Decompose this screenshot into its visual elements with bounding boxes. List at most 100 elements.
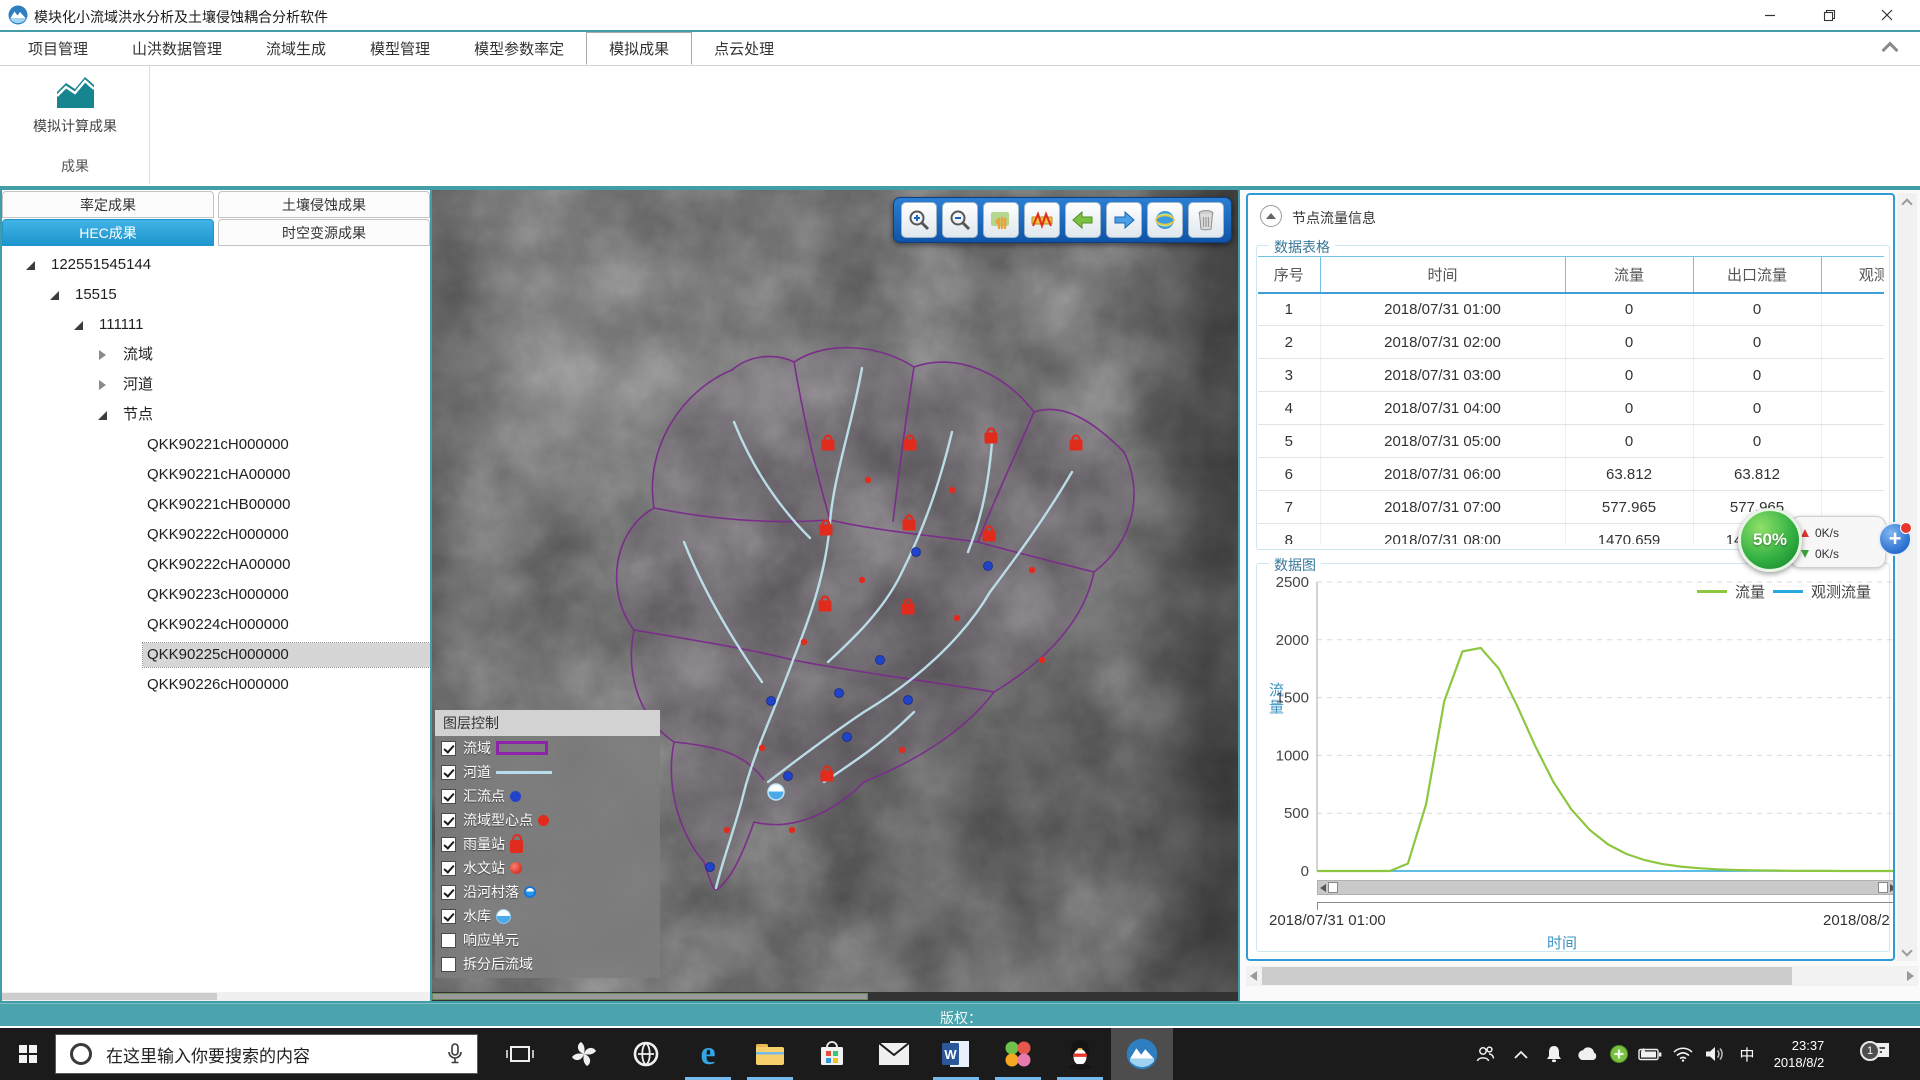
left-tab-土壤侵蚀成果[interactable]: 土壤侵蚀成果: [218, 191, 430, 218]
tray-battery-icon[interactable]: [1635, 1028, 1665, 1080]
tree-expanded-arrow-icon[interactable]: [96, 408, 110, 422]
taskbar-app-qq[interactable]: [1049, 1028, 1111, 1080]
tray-action-center-icon[interactable]: 1: [1858, 1028, 1902, 1080]
menu-tab-1[interactable]: 山洪数据管理: [110, 32, 244, 65]
tree-expanded-arrow-icon[interactable]: [24, 258, 38, 272]
col-header-时间[interactable]: 时间: [1320, 257, 1565, 293]
junction-marker[interactable]: [767, 697, 776, 706]
tray-onedrive-cloud-icon[interactable]: [1572, 1028, 1602, 1080]
tray-volume-icon[interactable]: [1700, 1028, 1730, 1080]
junction-marker[interactable]: [876, 656, 885, 665]
tree-item-QKK90224cH000000[interactable]: QKK90224cH000000: [2, 610, 430, 640]
taskbar-app-internet-explorer[interactable]: [615, 1028, 677, 1080]
centroid-marker[interactable]: [1029, 567, 1035, 573]
start-button[interactable]: [0, 1028, 55, 1080]
tree-item-流域[interactable]: 流域: [2, 340, 430, 370]
forward-button[interactable]: [1106, 202, 1142, 238]
tray-notification-bell-icon[interactable]: [1540, 1028, 1568, 1080]
tree-expanded-arrow-icon[interactable]: [48, 288, 62, 302]
map-hscrollbar[interactable]: [432, 992, 1238, 1001]
centroid-marker[interactable]: [759, 745, 765, 751]
ribbon-collapse-chevron-icon[interactable]: [1882, 42, 1898, 52]
tree-item-QKK90225cH000000[interactable]: QKK90225cH000000: [2, 640, 430, 670]
centroid-marker[interactable]: [801, 639, 807, 645]
simulation-results-button[interactable]: 模拟计算成果: [0, 70, 150, 142]
tree-item-河道[interactable]: 河道: [2, 370, 430, 400]
tree-item-15515[interactable]: 15515: [2, 280, 430, 310]
measure-button[interactable]: [1024, 202, 1060, 238]
taskbar-app-flood-analysis[interactable]: [1111, 1028, 1173, 1080]
chart-range-scrollbar[interactable]: [1317, 880, 1895, 895]
taskbar-app-photos[interactable]: [987, 1028, 1049, 1080]
centroid-marker[interactable]: [954, 615, 960, 621]
menu-tab-5[interactable]: 模拟成果: [586, 32, 692, 65]
layer-checkbox-沿河村落[interactable]: [441, 885, 456, 900]
left-panel-hscrollbar[interactable]: [2, 992, 430, 1001]
centroid-marker[interactable]: [949, 487, 955, 493]
pan-button[interactable]: [983, 202, 1019, 238]
left-tab-率定成果[interactable]: 率定成果: [2, 191, 214, 218]
tray-people-icon[interactable]: [1470, 1028, 1500, 1080]
centroid-marker[interactable]: [865, 477, 871, 483]
zoom-in-button[interactable]: [901, 202, 937, 238]
menu-tab-0[interactable]: 项目管理: [6, 32, 110, 65]
taskbar-app-file-explorer[interactable]: [739, 1028, 801, 1080]
layer-checkbox-汇流点[interactable]: [441, 789, 456, 804]
table-row[interactable]: 22018/07/31 02:00000: [1258, 326, 1884, 359]
junction-marker[interactable]: [835, 689, 844, 698]
tree-item-QKK90223cH000000[interactable]: QKK90223cH000000: [2, 580, 430, 610]
junction-marker[interactable]: [984, 562, 993, 571]
layer-checkbox-水库[interactable]: [441, 909, 456, 924]
left-tab-HEC成果[interactable]: HEC成果: [2, 219, 214, 246]
col-header-流量[interactable]: 流量: [1565, 257, 1693, 293]
junction-marker[interactable]: [904, 696, 913, 705]
tray-360-safety-icon[interactable]: [1606, 1028, 1632, 1080]
taskbar-app-word[interactable]: W: [925, 1028, 987, 1080]
close-button[interactable]: [1864, 0, 1910, 30]
layer-checkbox-雨量站[interactable]: [441, 837, 456, 852]
centroid-marker[interactable]: [899, 747, 905, 753]
add-task-button[interactable]: +: [1878, 522, 1912, 556]
layer-checkbox-流域型心点[interactable]: [441, 813, 456, 828]
junction-marker[interactable]: [843, 733, 852, 742]
junction-marker[interactable]: [912, 548, 921, 557]
junction-marker[interactable]: [706, 863, 715, 872]
taskbar-app-pinwheel[interactable]: [553, 1028, 615, 1080]
microphone-icon[interactable]: [447, 1043, 463, 1065]
clear-trash-button[interactable]: [1188, 202, 1224, 238]
taskbar-app-mail[interactable]: [863, 1028, 925, 1080]
tray-chevron-up-icon[interactable]: [1507, 1028, 1535, 1080]
col-header-序号[interactable]: 序号: [1258, 257, 1320, 293]
layer-checkbox-水文站[interactable]: [441, 861, 456, 876]
menu-tab-2[interactable]: 流域生成: [244, 32, 348, 65]
junction-marker[interactable]: [784, 772, 793, 781]
centroid-marker[interactable]: [859, 577, 865, 583]
layer-checkbox-响应单元[interactable]: [441, 933, 456, 948]
tree-collapsed-arrow-icon[interactable]: [96, 348, 110, 362]
map-view[interactable]: 图层控制 流域河道汇流点流域型心点雨量站水文站沿河村落水库响应单元拆分后流域: [432, 190, 1238, 1001]
tray-clock[interactable]: 23:372018/8/2: [1763, 1028, 1835, 1080]
tree-item-111111[interactable]: 111111: [2, 310, 430, 340]
collapse-panel-button[interactable]: [1260, 205, 1282, 227]
tree-item-QKK90222cH000000[interactable]: QKK90222cH000000: [2, 520, 430, 550]
layer-checkbox-流域[interactable]: [441, 741, 456, 756]
speed-ball-button[interactable]: 50%: [1738, 508, 1802, 572]
table-row[interactable]: 52018/07/31 05:00000: [1258, 425, 1884, 458]
table-row[interactable]: 62018/07/31 06:0063.81263.8120: [1258, 458, 1884, 491]
taskbar-search-input[interactable]: 在这里输入你要搜索的内容: [55, 1034, 478, 1074]
taskbar-app-edge[interactable]: e: [677, 1028, 739, 1080]
tree-collapsed-arrow-icon[interactable]: [96, 378, 110, 392]
tray-ime-indicator[interactable]: 中: [1732, 1028, 1762, 1080]
maximize-restore-button[interactable]: [1806, 0, 1852, 30]
task-view-button[interactable]: [495, 1028, 545, 1080]
taskbar-app-store[interactable]: [801, 1028, 863, 1080]
tree-item-QKK90221cHB00000[interactable]: QKK90221cHB00000: [2, 490, 430, 520]
col-header-观测流量[interactable]: 观测流量: [1821, 257, 1884, 293]
tree-item-QKK90226cH000000[interactable]: QKK90226cH000000: [2, 670, 430, 700]
tray-wifi-icon[interactable]: [1668, 1028, 1698, 1080]
tree-item-QKK90222cHA00000[interactable]: QKK90222cHA00000: [2, 550, 430, 580]
col-header-出口流量[interactable]: 出口流量: [1693, 257, 1821, 293]
menu-tab-6[interactable]: 点云处理: [692, 32, 796, 65]
centroid-marker[interactable]: [789, 827, 795, 833]
full-extent-globe-button[interactable]: [1147, 202, 1183, 238]
